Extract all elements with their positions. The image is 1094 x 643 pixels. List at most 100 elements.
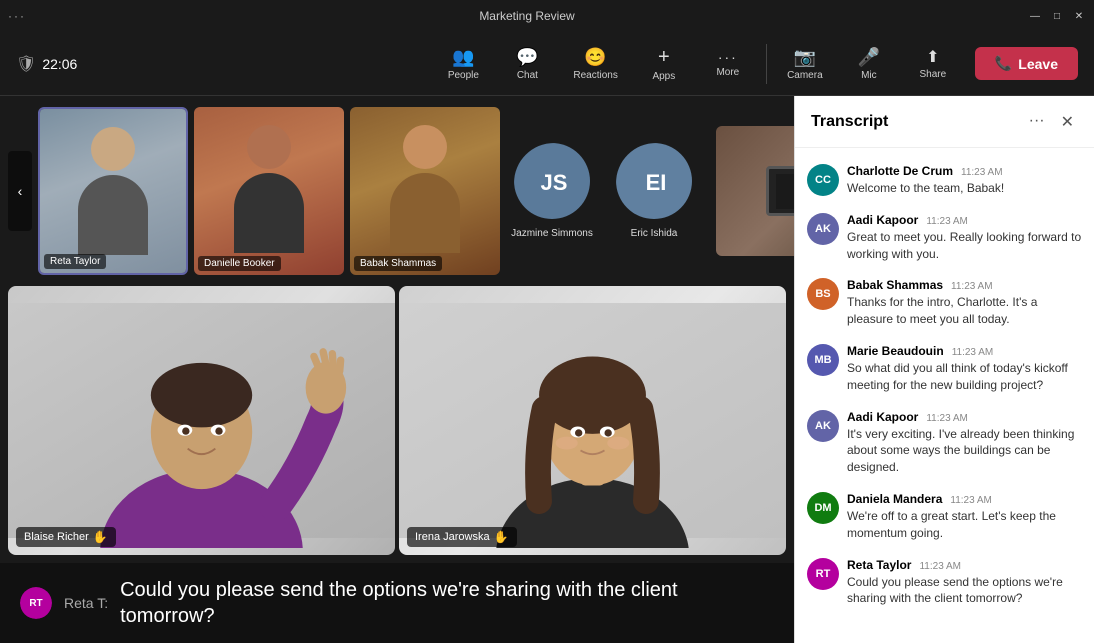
more-label: More: [716, 67, 739, 78]
reactions-icon: 😊: [584, 47, 606, 68]
participant-thumb-babak[interactable]: Babak Shammas: [350, 107, 500, 275]
people-icon: 👥: [452, 47, 474, 68]
strip-nav-prev[interactable]: ‹: [8, 151, 32, 231]
msg-name-3: Babak Shammas: [847, 278, 943, 292]
camera-button[interactable]: 📷 Camera: [775, 41, 835, 87]
chat-button[interactable]: 💬 Chat: [497, 41, 557, 87]
babak-name-tag: Babak Shammas: [354, 256, 442, 271]
msg-text-6: We're off to a great start. Let's keep t…: [847, 508, 1082, 542]
msg-avatar-7: RT: [807, 558, 839, 590]
msg-name-7: Reta Taylor: [847, 558, 911, 572]
apps-label: Apps: [652, 71, 675, 82]
video-panel-irena: Irena Jarowska ✋: [399, 286, 786, 555]
transcript-msg-7: RT Reta Taylor 11:23 AM Could you please…: [795, 550, 1094, 616]
msg-avatar-4: MB: [807, 344, 839, 376]
main-videos: Blaise Richer ✋: [0, 286, 794, 563]
msg-content-6: Daniela Mandera 11:23 AM We're off to a …: [847, 492, 1082, 542]
reactions-button[interactable]: 😊 Reactions: [561, 41, 629, 87]
participant-thumb-reta[interactable]: Reta Taylor: [38, 107, 188, 275]
share-icon: ⬆: [926, 47, 939, 67]
blaise-hand-icon: ✋: [93, 530, 108, 544]
msg-name-2: Aadi Kapoor: [847, 213, 918, 227]
participant-thumb-danielle[interactable]: Danielle Booker: [194, 107, 344, 275]
reta-name-tag: Reta Taylor: [44, 254, 106, 269]
more-button[interactable]: ··· More: [698, 43, 758, 84]
jazmine-name-tag: Jazmine Simmons: [511, 228, 593, 239]
transcript-title: Transcript: [811, 113, 888, 131]
participant-avatar-eric[interactable]: EI Eric Ishida: [614, 141, 694, 221]
leave-button[interactable]: 📞 Leave: [975, 47, 1078, 80]
irena-name-tag: Irena Jarowska ✋: [407, 527, 517, 547]
window-title: Marketing Review: [479, 9, 574, 23]
msg-avatar-5: AK: [807, 410, 839, 442]
msg-time-4: 11:23 AM: [952, 347, 994, 358]
toolbar: 🛡 22:06 👥 People 💬 Chat 😊 Reactions + Ap…: [0, 32, 1094, 96]
minimize-button[interactable]: —: [1028, 9, 1042, 23]
share-button[interactable]: ⬆ Share: [903, 41, 963, 86]
apps-icon: +: [658, 46, 670, 69]
video-panel-blaise: Blaise Richer ✋: [8, 286, 395, 555]
main-content: ‹ Reta Taylor: [0, 96, 1094, 643]
msg-time-6: 11:23 AM: [950, 495, 992, 506]
leave-phone-icon: 📞: [995, 55, 1012, 72]
mic-button[interactable]: 🎤 Mic: [839, 41, 899, 87]
more-icon: ···: [718, 49, 738, 65]
reactions-label: Reactions: [573, 70, 617, 81]
transcript-panel: Transcript ··· ✕ CC Charlotte De Crum 11…: [794, 96, 1094, 643]
eric-name-tag: Eric Ishida: [631, 228, 678, 239]
close-button[interactable]: ✕: [1072, 9, 1086, 23]
irena-name: Irena Jarowska: [415, 531, 490, 543]
call-timer: 🛡 22:06: [16, 54, 77, 74]
msg-time-5: 11:23 AM: [926, 413, 968, 424]
msg-time-2: 11:23 AM: [926, 216, 968, 227]
transcript-msg-6: DM Daniela Mandera 11:23 AM We're off to…: [795, 484, 1094, 550]
video-area: ‹ Reta Taylor: [0, 96, 794, 643]
msg-avatar-1: CC: [807, 164, 839, 196]
msg-name-6: Daniela Mandera: [847, 492, 942, 506]
msg-time-3: 11:23 AM: [951, 281, 993, 292]
apps-button[interactable]: + Apps: [634, 40, 694, 88]
transcript-msg-1: CC Charlotte De Crum 11:23 AM Welcome to…: [795, 156, 1094, 205]
camera-icon: 📷: [794, 47, 816, 68]
chat-icon: 💬: [516, 47, 538, 68]
share-label: Share: [920, 69, 947, 80]
transcript-messages[interactable]: CC Charlotte De Crum 11:23 AM Welcome to…: [795, 148, 1094, 643]
msg-text-3: Thanks for the intro, Charlotte. It's a …: [847, 294, 1082, 328]
blaise-video-svg: [8, 293, 395, 548]
divider: [766, 44, 767, 84]
msg-time-7: 11:23 AM: [919, 561, 961, 572]
people-label: People: [448, 70, 479, 81]
title-bar: ··· Marketing Review — □ ✕: [0, 0, 1094, 32]
msg-content-3: Babak Shammas 11:23 AM Thanks for the in…: [847, 278, 1082, 328]
mic-icon: 🎤: [858, 47, 880, 68]
maximize-button[interactable]: □: [1050, 9, 1064, 23]
transcript-msg-5: AK Aadi Kapoor 11:23 AM It's very exciti…: [795, 402, 1094, 484]
irena-hand-icon: ✋: [494, 530, 509, 544]
window-controls: — □ ✕: [1028, 9, 1086, 23]
transcript-more-icon[interactable]: ···: [1025, 108, 1049, 136]
msg-text-4: So what did you all think of today's kic…: [847, 360, 1082, 394]
msg-content-4: Marie Beaudouin 11:23 AM So what did you…: [847, 344, 1082, 394]
msg-text-7: Could you please send the options we're …: [847, 574, 1082, 608]
msg-avatar-6: DM: [807, 492, 839, 524]
transcript-close-icon[interactable]: ✕: [1057, 108, 1078, 136]
msg-name-4: Marie Beaudouin: [847, 344, 944, 358]
msg-text-1: Welcome to the team, Babak!: [847, 180, 1004, 197]
blaise-name: Blaise Richer: [24, 531, 89, 543]
danielle-name-tag: Danielle Booker: [198, 256, 281, 271]
participant-thumb-room[interactable]: [716, 126, 794, 256]
transcript-msg-3: BS Babak Shammas 11:23 AM Thanks for the…: [795, 270, 1094, 336]
msg-content-2: Aadi Kapoor 11:23 AM Great to meet you. …: [847, 213, 1082, 263]
msg-content-1: Charlotte De Crum 11:23 AM Welcome to th…: [847, 164, 1004, 197]
transcript-header: Transcript ··· ✕: [795, 96, 1094, 148]
participant-avatar-jazmine[interactable]: JS Jazmine Simmons: [512, 141, 592, 221]
people-button[interactable]: 👥 People: [433, 41, 493, 87]
mic-label: Mic: [861, 70, 877, 81]
blaise-name-tag: Blaise Richer ✋: [16, 527, 116, 547]
msg-time-1: 11:23 AM: [961, 167, 1003, 178]
transcript-msg-4: MB Marie Beaudouin 11:23 AM So what did …: [795, 336, 1094, 402]
toolbar-buttons: 👥 People 💬 Chat 😊 Reactions + Apps ··· M…: [433, 40, 1078, 88]
chat-label: Chat: [517, 70, 538, 81]
transcript-actions: ··· ✕: [1025, 108, 1078, 136]
msg-text-2: Great to meet you. Really looking forwar…: [847, 229, 1082, 263]
